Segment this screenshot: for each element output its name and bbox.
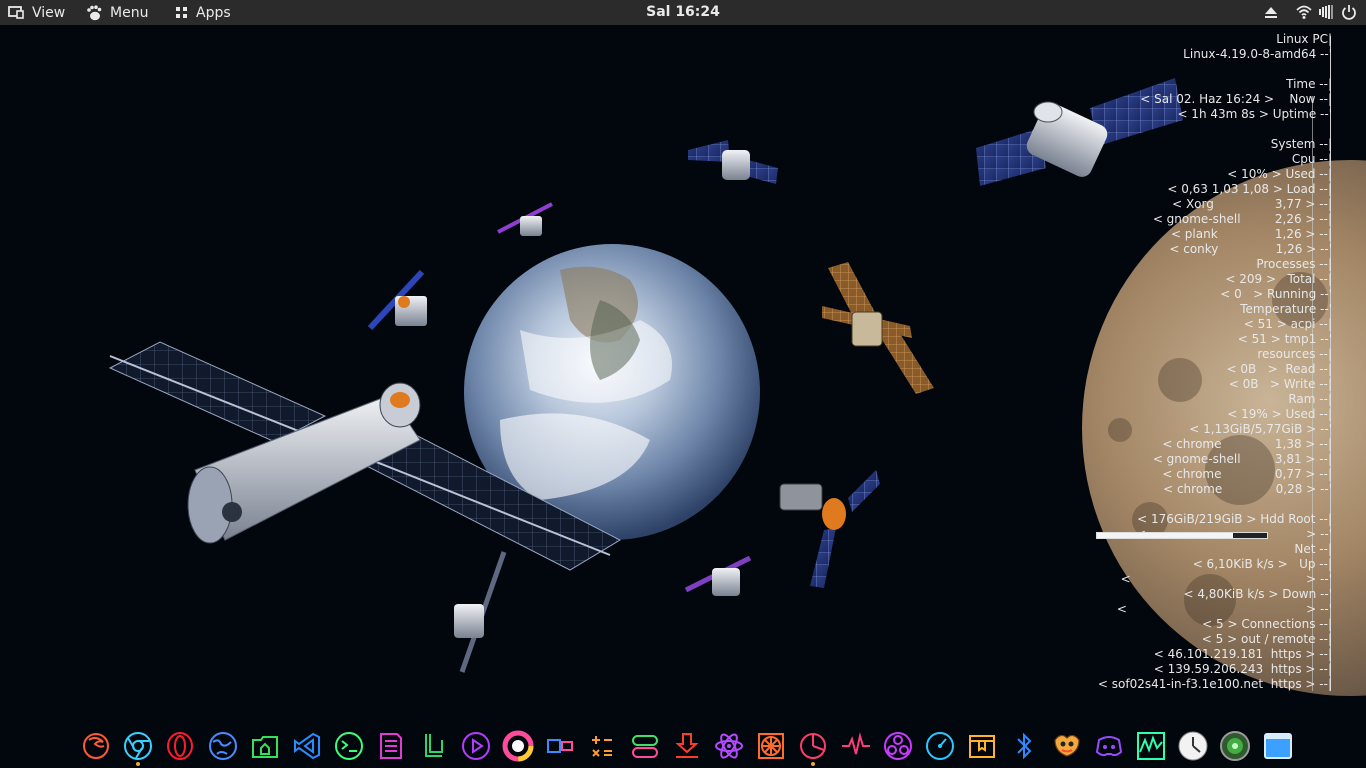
conky-line: < 209 > Total --| [1225, 272, 1332, 286]
terminal-icon[interactable] [332, 729, 366, 763]
discord-icon[interactable] [1092, 729, 1126, 763]
conky-line: < 0B > Read --| [1226, 362, 1332, 376]
opera-icon[interactable] [163, 729, 197, 763]
hdd-usage-bar [1096, 532, 1268, 539]
download-icon[interactable] [670, 729, 704, 763]
apps-button[interactable]: Apps [176, 0, 231, 25]
conky-line: < chrome 1,38 > --| [1162, 437, 1332, 451]
conky-line: < 176GiB/219GiB > Hdd Root --| [1137, 512, 1332, 526]
conky-line: < 0B > Write --| [1228, 377, 1332, 391]
calculator-icon[interactable] [585, 729, 619, 763]
conky-line: < 0 > Running --' [1220, 287, 1332, 301]
conky-line: < 51 > tmp1 --' [1237, 332, 1332, 346]
dock [0, 725, 1366, 768]
conky-line: < plank 1,26 > --| [1170, 227, 1332, 241]
conky-line: System --| [1270, 137, 1332, 151]
text-editor-icon[interactable] [374, 729, 408, 763]
conky-line: < chrome 0,28 > --' [1163, 482, 1332, 496]
display-icon [8, 5, 24, 19]
conky-line: Net --| [1294, 542, 1332, 556]
top-panel: View Menu Apps Sal 16:24 [0, 0, 1366, 25]
conky-line: < 19% > Used --| [1227, 407, 1332, 421]
conky-line: < 51 > acpi --| [1243, 317, 1332, 331]
conky-line: Processes --| [1256, 257, 1332, 271]
view-label: View [32, 4, 66, 21]
libreoffice-icon[interactable] [417, 729, 451, 763]
media-player-icon[interactable] [459, 729, 493, 763]
radar-icon[interactable] [1218, 729, 1252, 763]
wifi-icon[interactable] [1296, 4, 1312, 20]
fan-icon[interactable] [754, 729, 788, 763]
speedometer-icon[interactable] [923, 729, 957, 763]
disk-usage-icon[interactable] [796, 729, 830, 766]
conky-line: Temperature --' [1240, 302, 1332, 316]
conky-system-monitor: Linux PC| Linux-4.19.0-8-amd64 --' Time --… [912, 32, 1332, 692]
conky-line: < Sal 02. Haz 16:24 > Now --| [1140, 92, 1332, 106]
conky-line: < 46.101.219.181 https > --| [1153, 647, 1332, 661]
conky-line: < 4,80KiB k/s > Down --' [1183, 587, 1332, 601]
atom-icon[interactable] [712, 729, 746, 763]
activity-icon[interactable] [1134, 729, 1168, 763]
conky-line: < Xorg 3,77 > --| [1172, 197, 1332, 211]
conky-line: Cpu --| [1291, 152, 1332, 166]
chrome-icon[interactable] [121, 729, 155, 766]
conky-line: < 1,13GiB/5,77GiB > --' [1189, 422, 1332, 436]
conky-line: < 6,10KiB k/s > Up --| [1192, 557, 1332, 571]
eject-icon[interactable] [1263, 4, 1279, 20]
conky-line: < gnome-shell 2,26 > --| [1152, 212, 1332, 226]
conky-line: < 10% > Used --| [1227, 167, 1332, 181]
conky-line: resources --| [1257, 347, 1332, 361]
conky-line: Ram --| [1288, 392, 1332, 406]
menu-button[interactable]: Menu [86, 0, 148, 25]
conky-line: < 5 > Connections --| [1202, 617, 1332, 631]
web-browser-icon[interactable] [206, 729, 240, 763]
conky-line [912, 62, 1332, 77]
volume-icon[interactable] [1318, 4, 1334, 20]
running-indicator [811, 762, 815, 766]
conky-line: < chrome 0,77 > --| [1162, 467, 1332, 481]
gimp-icon[interactable] [1050, 729, 1084, 763]
clock-icon[interactable] [1176, 729, 1210, 763]
system-monitor-icon[interactable] [839, 729, 873, 763]
menu-label: Menu [110, 4, 149, 21]
conky-line [912, 122, 1332, 137]
conky-line: < > --' [1116, 602, 1332, 616]
conky-line [912, 497, 1332, 512]
vscode-icon[interactable] [290, 729, 324, 763]
gnome-foot-icon [87, 4, 102, 20]
conky-line: < > --' [1120, 572, 1332, 586]
apps-label: Apps [196, 4, 231, 21]
package-icon[interactable] [965, 729, 999, 763]
conky-line: < 0,63 1,03 1,08 > Load --| [1167, 182, 1332, 196]
conky-line: < 5 > out / remote --| [1201, 632, 1332, 646]
color-picker-icon[interactable] [501, 729, 535, 763]
conky-line: < gnome-shell 3,81 > --| [1152, 452, 1332, 466]
settings-toggle-icon[interactable] [628, 729, 662, 763]
conky-line: < conky 1,26 > --' [1169, 242, 1332, 256]
toggle-icon[interactable] [543, 729, 577, 763]
conky-line: < sof02s41-in-f3.1e100.net https > --| [1097, 677, 1332, 691]
running-indicator [136, 762, 140, 766]
bluetooth-icon[interactable] [1007, 729, 1041, 763]
conky-line: Time --| [1286, 77, 1332, 91]
apps-grid-icon [176, 6, 187, 18]
firefox-icon[interactable] [79, 729, 113, 763]
files-icon[interactable] [248, 729, 282, 763]
conky-line: < 1h 43m 8s > Uptime --' [1177, 107, 1332, 121]
view-menu[interactable]: View [8, 0, 65, 25]
show-desktop-icon[interactable] [1261, 729, 1295, 763]
obs-icon[interactable] [881, 729, 915, 763]
conky-line: Linux-4.19.0-8-amd64 --' [1183, 47, 1332, 61]
conky-line: < 139.59.206.243 https > --| [1153, 662, 1332, 676]
power-icon[interactable] [1341, 4, 1357, 20]
conky-line: Linux PC| [1276, 32, 1332, 46]
